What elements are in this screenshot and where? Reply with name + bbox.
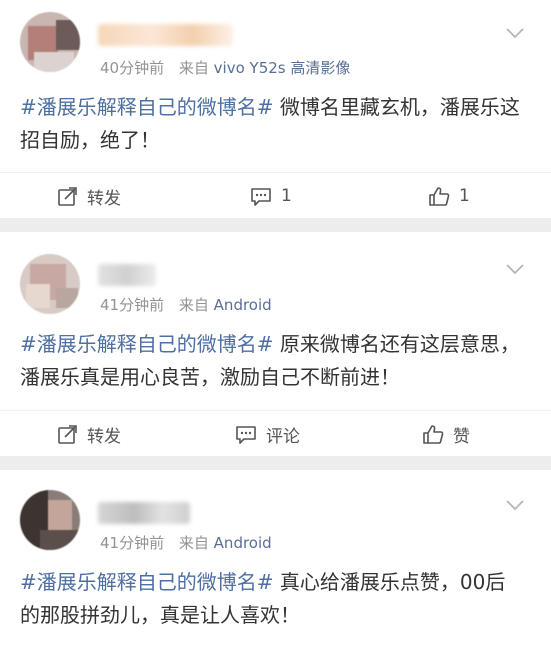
- post-text: #潘展乐解释自己的微博名# 原来微博名还有这层意思，潘展乐真是用心良苦，激励自己…: [20, 328, 525, 394]
- comment-button[interactable]: 评论: [235, 411, 300, 457]
- hashtag-link[interactable]: #潘展乐解释自己的微博名#: [20, 95, 274, 119]
- like-button[interactable]: 1: [428, 173, 470, 219]
- post-meta: 40分钟前 来自 vivo Y52s 高清影像: [100, 57, 350, 78]
- comment-button[interactable]: 1: [250, 173, 292, 219]
- comment-count: 1: [281, 186, 292, 206]
- action-bar: 转发 1 1: [0, 172, 551, 219]
- post-source[interactable]: Android: [214, 534, 272, 552]
- post-separator: [0, 456, 551, 470]
- comment-label: 评论: [266, 426, 300, 447]
- hashtag-link[interactable]: #潘展乐解释自己的微博名#: [20, 570, 274, 594]
- post-time: 41分钟前: [100, 534, 165, 552]
- chevron-down-icon[interactable]: [505, 262, 525, 276]
- like-count: 1: [459, 186, 470, 206]
- post-text: #潘展乐解释自己的微博名# 真心给潘展乐点赞，00后的那股拼劲儿，真是让人喜欢！: [20, 566, 525, 632]
- like-icon: [423, 424, 444, 444]
- post-card: 40分钟前 来自 vivo Y52s 高清影像 #潘展乐解释自己的微博名# 微博…: [0, 0, 551, 218]
- post-time: 41分钟前: [100, 296, 165, 314]
- chevron-down-icon[interactable]: [505, 498, 525, 512]
- post-meta: 41分钟前 来自 Android: [100, 294, 272, 315]
- like-button[interactable]: 赞: [422, 411, 470, 457]
- like-label: 赞: [453, 426, 470, 447]
- post-separator: [0, 218, 551, 232]
- username-blurred[interactable]: [98, 24, 233, 46]
- post-source[interactable]: vivo Y52s 高清影像: [214, 59, 351, 77]
- avatar[interactable]: [20, 12, 80, 72]
- post-text: #潘展乐解释自己的微博名# 微博名里藏玄机，潘展乐这招自励，绝了！: [20, 91, 525, 157]
- action-bar: 转发 评论 赞: [0, 410, 551, 457]
- repost-icon: [58, 424, 77, 444]
- post-meta: 41分钟前 来自 Android: [100, 532, 272, 553]
- repost-button[interactable]: 转发: [57, 411, 121, 457]
- repost-button[interactable]: 转发: [57, 173, 121, 219]
- post-time: 40分钟前: [100, 59, 165, 77]
- source-prefix: 来自: [178, 59, 209, 77]
- post-card: 41分钟前 来自 Android #潘展乐解释自己的微博名# 真心给潘展乐点赞，…: [0, 470, 551, 656]
- avatar[interactable]: [20, 254, 80, 314]
- repost-label: 转发: [87, 188, 121, 209]
- comment-icon: [251, 187, 271, 206]
- repost-label: 转发: [87, 426, 121, 447]
- source-prefix: 来自: [178, 534, 209, 552]
- avatar[interactable]: [20, 490, 80, 550]
- like-icon: [429, 186, 450, 206]
- post-card: 41分钟前 来自 Android #潘展乐解释自己的微博名# 原来微博名还有这层…: [0, 232, 551, 456]
- post-source[interactable]: Android: [214, 296, 272, 314]
- source-prefix: 来自: [178, 296, 209, 314]
- comment-icon: [236, 425, 256, 444]
- repost-icon: [58, 186, 77, 206]
- username-blurred[interactable]: [98, 264, 156, 286]
- username-blurred[interactable]: [98, 502, 190, 524]
- hashtag-link[interactable]: #潘展乐解释自己的微博名#: [20, 332, 274, 356]
- chevron-down-icon[interactable]: [505, 26, 525, 40]
